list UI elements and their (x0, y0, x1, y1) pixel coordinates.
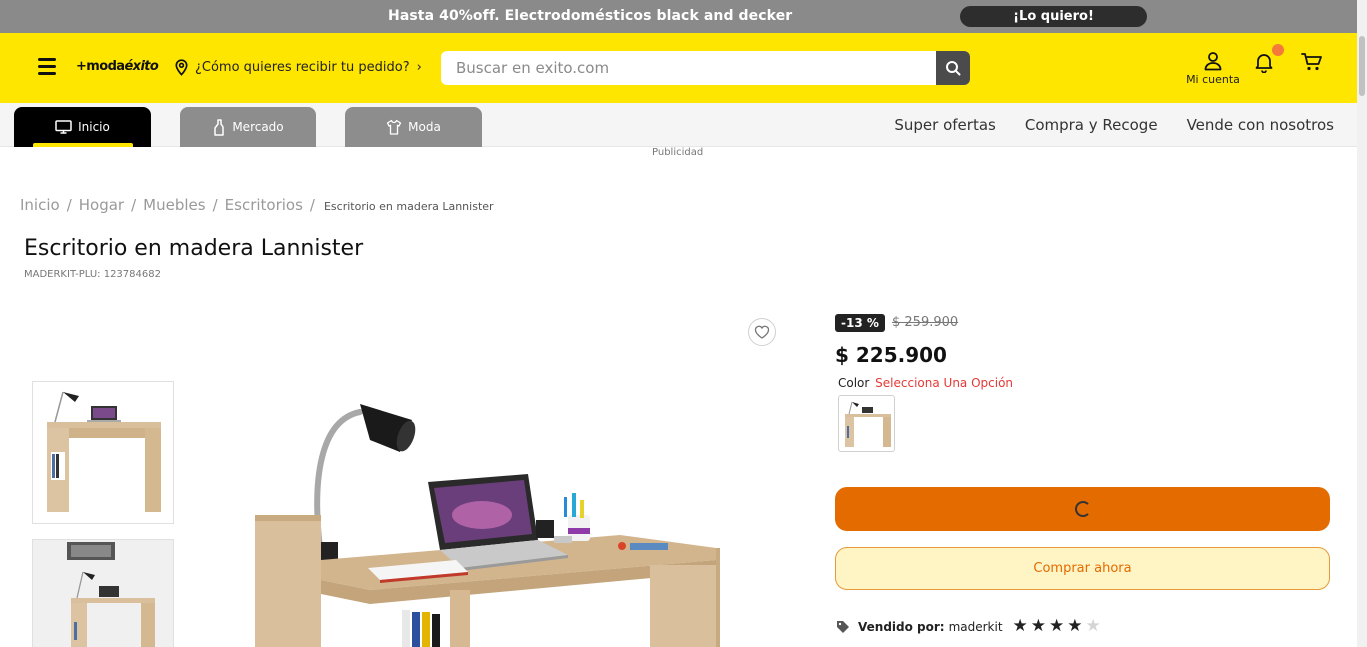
color-label: Color Selecciona Una Opción (838, 376, 1013, 390)
tag-icon (837, 620, 849, 633)
discount-badge: -13 % (835, 314, 885, 332)
breadcrumb-separator: / (212, 196, 218, 214)
color-option-swatch[interactable] (838, 395, 895, 452)
hamburger-menu-icon[interactable] (38, 58, 56, 76)
desk-product-image (255, 404, 720, 647)
star-filled-icon: ★ (1012, 616, 1028, 636)
tab-mercado-label: Mercado (232, 120, 284, 134)
loading-spinner-icon (1074, 501, 1091, 517)
breadcrumb-current: Escritorio en madera Lannister (323, 200, 494, 213)
search-icon (946, 61, 961, 76)
favorite-button[interactable] (748, 318, 776, 346)
breadcrumb-item-hogar[interactable]: Hogar (79, 196, 124, 214)
seller-rating: ★ ★ ★ ★ ★ (1013, 618, 1104, 635)
account-label: Mi cuenta (1186, 73, 1240, 86)
breadcrumb-separator: / (66, 196, 72, 214)
monitor-icon (55, 120, 72, 134)
product-sku: MADERKIT-PLU: 123784682 (24, 269, 161, 280)
ad-label: Publicidad (652, 147, 704, 158)
delivery-selector[interactable]: ¿Cómo quieres recibir tu pedido? › (174, 59, 422, 76)
breadcrumb: Inicio / Hogar / Muebles / Escritorios /… (20, 196, 494, 214)
tab-inicio-label: Inicio (78, 120, 110, 134)
color-select-prompt: Selecciona Una Opción (875, 376, 1014, 390)
promo-text[interactable]: Hasta 40%off. Electrodomésticos black an… (388, 8, 792, 24)
star-filled-icon: ★ (1030, 616, 1047, 636)
breadcrumb-separator: / (131, 196, 137, 214)
search-button[interactable] (936, 51, 970, 85)
cart-icon (1301, 53, 1322, 71)
category-nav: Inicio Mercado Moda Super ofertas Compra… (0, 103, 1357, 147)
current-price: $ 225.900 (835, 343, 947, 367)
breadcrumb-separator: / (309, 196, 315, 214)
seller-label: Vendido por: (858, 619, 945, 634)
breadcrumb-item-muebles[interactable]: Muebles (143, 196, 205, 214)
delivery-text: ¿Cómo quieres recibir tu pedido? (195, 60, 410, 75)
desk-room-image (33, 540, 173, 647)
main-header: +modaéxito ¿Cómo quieres recibir tu pedi… (0, 33, 1357, 103)
heart-icon (754, 325, 770, 339)
color-label-text: Color (838, 376, 870, 390)
search-input[interactable] (441, 51, 936, 85)
breadcrumb-item-inicio[interactable]: Inicio (20, 196, 60, 214)
tab-moda[interactable]: Moda (345, 107, 482, 147)
location-pin-icon (175, 59, 188, 76)
promo-bar: Hasta 40%off. Electrodomésticos black an… (0, 0, 1357, 33)
add-to-cart-button[interactable] (835, 487, 1330, 531)
product-title: Escritorio en madera Lannister (24, 236, 364, 261)
tab-mercado[interactable]: Mercado (180, 107, 316, 147)
tab-moda-label: Moda (408, 120, 441, 134)
user-icon (1204, 52, 1222, 71)
star-filled-icon: ★ (1049, 616, 1065, 636)
nav-link-compra-y-recoge[interactable]: Compra y Recoge (1025, 116, 1158, 134)
notifications-button[interactable] (1253, 51, 1275, 77)
desk-swatch-image (845, 401, 891, 447)
active-tab-indicator (33, 143, 133, 147)
bottle-icon (214, 118, 225, 136)
nav-links: Super ofertas Compra y Recoge Vende con … (865, 116, 1334, 134)
gallery-thumbnail[interactable] (32, 539, 174, 647)
old-price: $ 259.900 (892, 315, 959, 330)
cart-button[interactable] (1299, 51, 1325, 77)
star-empty-icon: ★ (1085, 616, 1101, 636)
gallery-thumbnail[interactable] (32, 381, 174, 524)
chevron-right-icon: › (416, 60, 422, 75)
buy-now-button[interactable]: Comprar ahora (835, 547, 1330, 590)
notification-badge (1272, 44, 1284, 56)
moda-exito-logo[interactable]: +modaéxito (76, 59, 159, 74)
tab-inicio[interactable]: Inicio (14, 107, 151, 147)
logo-exito: éxito (124, 59, 159, 74)
bell-icon (1255, 54, 1273, 74)
promo-cta-button[interactable]: ¡Lo quiero! (960, 6, 1147, 27)
star-filled-icon: ★ (1067, 616, 1083, 636)
breadcrumb-item-escritorios[interactable]: Escritorios (225, 196, 303, 214)
seller-name[interactable]: maderkit (949, 620, 1003, 634)
page-scrollbar[interactable] (1357, 0, 1367, 647)
scrollbar-thumb[interactable] (1359, 36, 1365, 96)
search-bar (441, 51, 970, 85)
logo-moda: moda (86, 59, 125, 74)
nav-link-vende-con-nosotros[interactable]: Vende con nosotros (1187, 116, 1334, 134)
logo-plus: + (76, 59, 87, 74)
main-product-image[interactable] (250, 400, 720, 647)
desk-product-image (47, 391, 161, 512)
shirt-icon (387, 119, 402, 135)
seller-info: Vendido por: maderkit ★ ★ ★ ★ ★ (836, 618, 1104, 635)
account-button[interactable]: Mi cuenta (1180, 51, 1246, 86)
nav-link-super-ofertas[interactable]: Super ofertas (894, 116, 995, 134)
